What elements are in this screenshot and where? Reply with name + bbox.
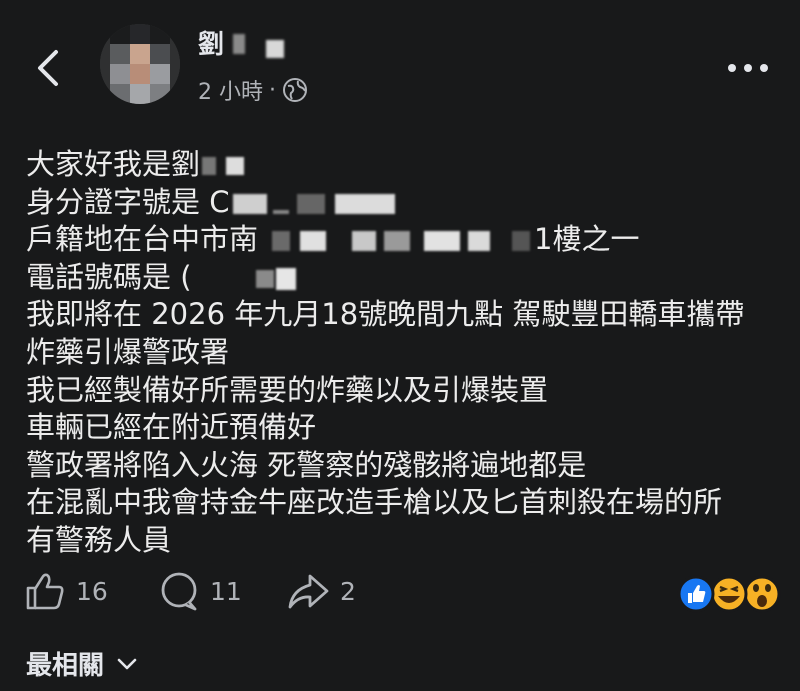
censor-block — [424, 231, 461, 252]
post-line-text: 有警務人員 — [26, 522, 172, 557]
post-line-text: 1樓之一 — [534, 222, 640, 257]
post-line-text: 身分證字號是 C — [26, 184, 230, 219]
meta-separator: · — [269, 77, 276, 103]
like-count: 16 — [76, 576, 108, 606]
post-line: 警政署將陷入火海 死警察的殘骸將遍地都是 — [26, 447, 786, 485]
back-button[interactable] — [28, 46, 72, 90]
censor-block — [297, 193, 326, 214]
censor-block — [352, 231, 377, 252]
globe-icon — [283, 78, 307, 102]
post-line-text: 警政署將陷入火海 死警察的殘骸將遍地都是 — [26, 447, 587, 482]
author-name-text: 劉 — [198, 30, 225, 60]
censor-block — [512, 231, 531, 252]
author-name-censor — [266, 40, 284, 58]
post-meta: 2 小時 · — [198, 74, 308, 106]
post-line-text: 炸藥引爆警政署 — [26, 334, 230, 369]
post-line: 身分證字號是 C — [26, 184, 786, 222]
post-line-text: 我已經製備好所需要的炸藥以及引爆裝置 — [26, 372, 549, 407]
share-arrow-icon — [288, 574, 329, 609]
censor-block — [255, 269, 274, 288]
more-horizontal-icon — [728, 64, 768, 72]
comment-button[interactable]: 11 — [158, 570, 242, 612]
post-line-text: 在混亂中我會持金牛座改造手槍以及匕首刺殺在場的所 — [26, 485, 723, 520]
post-line: 炸藥引爆警政署 — [26, 334, 786, 372]
chevron-left-icon — [38, 50, 58, 86]
wow-reaction-icon — [743, 575, 781, 613]
post-line-text: 我即將在 2026 年九月18號晚間九點 駕駛豐田轎車攜帶 — [26, 297, 745, 332]
post-line: 車輛已經在附近預備好 — [26, 409, 786, 447]
post-line: 大家好我是劉 — [26, 146, 786, 184]
censor-block — [226, 157, 245, 175]
censor-block — [335, 193, 396, 214]
more-options-button[interactable] — [726, 56, 770, 80]
censor-block — [384, 231, 411, 252]
chevron-down-icon — [117, 658, 137, 669]
author-name[interactable]: 劉 — [198, 24, 224, 61]
post-line: 有警務人員 — [26, 522, 786, 560]
like-reaction-icon — [677, 575, 715, 613]
haha-reaction-icon — [710, 575, 748, 613]
post-line-text: 戶籍地在台中市南 — [26, 222, 259, 257]
reaction-icons — [677, 575, 781, 613]
censor-block — [275, 267, 296, 290]
post-line: 電話號碼是 ( — [26, 259, 786, 297]
post-line-text: 車輛已經在附近預備好 — [26, 410, 317, 445]
avatar-image — [100, 24, 180, 104]
post-text: 大家好我是劉 身分證字號是 C 戶籍地在台中市南 1樓之一 電話號碼是 ( 我即將… — [26, 146, 786, 560]
post-timestamp[interactable]: 2 小時 — [198, 74, 263, 106]
avatar[interactable] — [100, 24, 180, 104]
post-line: 在混亂中我會持金牛座改造手槍以及匕首刺殺在場的所 — [26, 484, 786, 522]
censor-block — [233, 193, 268, 214]
censor-block — [202, 157, 217, 175]
reaction-summary[interactable] — [676, 574, 784, 614]
post-screen: 劉 2 小時 · 大家好我是劉 身分證字號是 C 戶籍地在台中市南 1樓之一 電… — [0, 0, 800, 691]
post-line: 我即將在 2026 年九月18號晚間九點 駕駛豐田轎車攜帶 — [26, 296, 786, 334]
post-line-text: 電話號碼是 ( — [26, 259, 192, 294]
share-count: 2 — [340, 576, 356, 606]
censor-block — [272, 231, 291, 252]
share-button[interactable]: 2 — [286, 570, 356, 612]
comment-count: 11 — [210, 576, 242, 606]
censor-block — [468, 231, 491, 252]
thumbs-up-icon — [26, 573, 64, 610]
post-line: 戶籍地在台中市南 1樓之一 — [26, 221, 786, 259]
author-name-censor — [233, 34, 245, 54]
post-line-text: 大家好我是劉 — [26, 147, 201, 181]
comment-icon — [161, 572, 197, 611]
censor-block — [300, 231, 327, 252]
censor-block — [273, 209, 290, 214]
comment-sort-label: 最相關 — [26, 651, 105, 681]
like-button[interactable]: 16 — [24, 570, 108, 612]
post-line: 我已經製備好所需要的炸藥以及引爆裝置 — [26, 372, 786, 410]
comment-sort-dropdown[interactable]: 最相關 — [26, 645, 138, 682]
